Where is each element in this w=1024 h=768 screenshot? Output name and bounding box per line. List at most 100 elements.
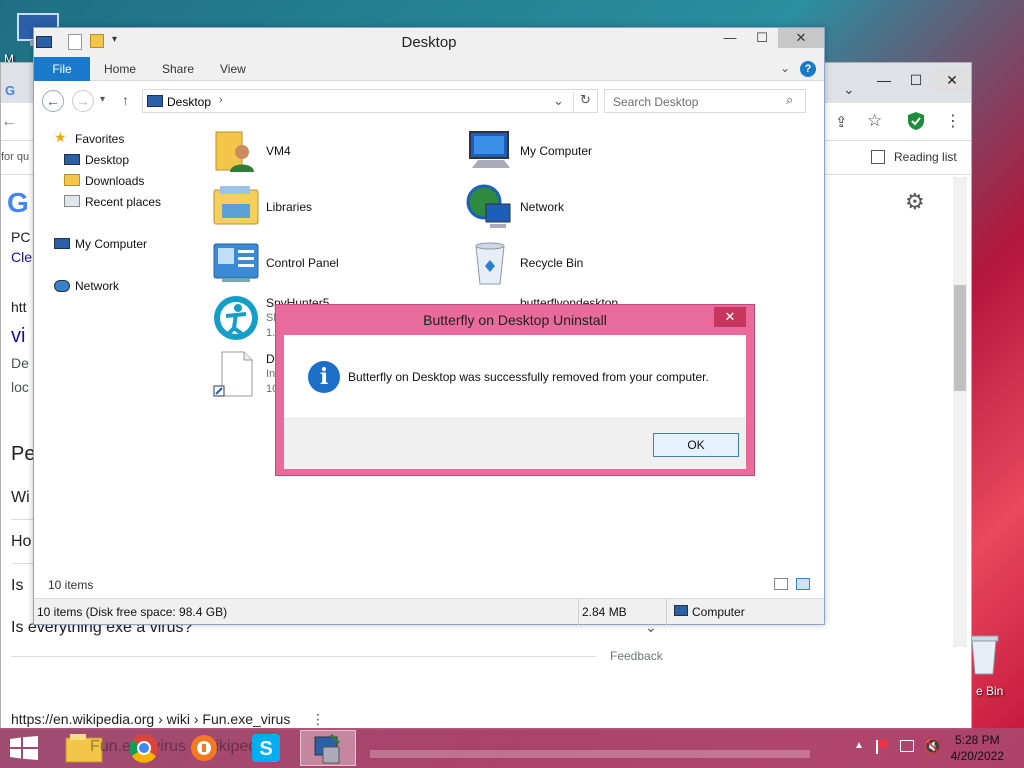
tab-share[interactable]: Share (148, 57, 208, 81)
network-tray-icon[interactable] (900, 740, 914, 752)
my-computer-icon[interactable] (466, 126, 514, 174)
recycle-bin-desktop-label: e Bin (976, 684, 1004, 698)
desktop-icon (147, 95, 163, 107)
explorer-status-bar: 10 items (Disk free space: 98.4 GB) 2.84… (34, 598, 824, 625)
tray-expand-icon[interactable]: ▲ (854, 740, 864, 751)
taskbar-clock[interactable]: 5:28 PM 4/20/2022 (951, 732, 1004, 764)
nav-desktop[interactable]: Desktop (85, 153, 129, 167)
chrome-close-button[interactable]: ✕ (933, 69, 971, 91)
reading-list-icon[interactable] (871, 150, 885, 164)
result-more-icon[interactable]: ⋮ (311, 711, 325, 728)
file-item-label[interactable]: My Computer (520, 144, 592, 158)
volume-muted-icon[interactable]: 🔇 (924, 738, 941, 755)
taskbar-avast[interactable] (176, 730, 232, 766)
tab-home[interactable]: Home (90, 57, 150, 81)
google-g-small: G (5, 83, 16, 98)
settings-gear-icon[interactable]: ⚙ (905, 189, 925, 215)
flag-icon[interactable] (876, 740, 890, 754)
forward-button[interactable]: → (72, 90, 94, 112)
feedback-link[interactable]: Feedback (610, 649, 663, 663)
start-button[interactable] (10, 736, 38, 760)
address-field[interactable]: Desktop › ⌄ ↻ (142, 89, 598, 113)
up-button[interactable]: ↑ (122, 92, 129, 108)
page-text-pc: PC (11, 229, 31, 245)
network-icon[interactable] (466, 182, 514, 230)
large-icons-view-icon[interactable] (796, 578, 810, 590)
taskbar-uninstaller[interactable] (300, 730, 356, 766)
share-icon[interactable]: ⇪ (835, 113, 848, 131)
ribbon-tabs: File Home Share View ⌄ ? (34, 57, 824, 81)
reading-list-button[interactable]: Reading list (894, 150, 957, 164)
address-text: Desktop (167, 95, 212, 109)
page-link-partial[interactable]: Cle (11, 249, 32, 265)
help-icon[interactable]: ? (800, 61, 816, 77)
chevron-down-icon[interactable]: ⌄ (843, 81, 855, 98)
spyhunter-icon[interactable] (212, 294, 260, 342)
taskbar-chrome[interactable] (116, 730, 172, 766)
explorer-maximize-button[interactable]: ☐ (746, 28, 778, 48)
address-breadcrumb-chevron[interactable]: › (219, 94, 223, 106)
back-arrow-icon[interactable]: ← (1, 113, 17, 131)
page-question-1[interactable]: Wi (11, 489, 30, 507)
file-item-detail: 1. (266, 327, 276, 339)
page-question-3[interactable]: Is (11, 577, 23, 595)
explorer-titlebar[interactable]: ▾ Desktop — ☐ ✕ (34, 28, 824, 57)
nav-recent-places[interactable]: Recent places (85, 195, 161, 209)
back-button[interactable]: ← (42, 90, 64, 112)
chrome-minimize-button[interactable]: — (869, 69, 899, 91)
document-shortcut-icon[interactable] (212, 350, 260, 398)
user-folder-icon[interactable] (212, 126, 260, 174)
page-result-title-partial[interactable]: vi (11, 325, 25, 348)
tab-view[interactable]: View (206, 57, 260, 81)
file-item-label[interactable]: VM4 (266, 144, 291, 158)
google-logo-partial: G (7, 187, 29, 218)
star-icon: ★ (54, 129, 67, 145)
nav-downloads[interactable]: Downloads (85, 174, 144, 188)
result-url-line[interactable]: https://en.wikipedia.org › wiki › Fun.ex… (11, 711, 290, 727)
clock-time: 5:28 PM (954, 733, 1000, 747)
nav-favorites[interactable]: Favorites (75, 132, 124, 146)
dialog-close-button[interactable]: ✕ (714, 307, 746, 327)
more-menu-icon[interactable]: ⋮ (945, 111, 961, 131)
status-separator (666, 599, 667, 625)
nav-network[interactable]: Network (75, 279, 119, 293)
details-view-icon[interactable] (774, 578, 788, 590)
chrome-scrollbar[interactable] (953, 177, 967, 647)
dialog-message: Butterfly on Desktop was successfully re… (348, 370, 709, 384)
search-input[interactable]: Search Desktop (604, 89, 806, 113)
explorer-minimize-button[interactable]: — (714, 28, 746, 48)
file-item-label[interactable]: Control Panel (266, 256, 339, 270)
network-icon (54, 280, 70, 292)
ribbon-expand-icon[interactable]: ⌄ (780, 61, 790, 75)
taskbar-skype[interactable]: S (238, 730, 294, 766)
status-size: 2.84 MB (582, 605, 627, 619)
recycle-bin-icon[interactable] (466, 238, 514, 286)
file-item-label[interactable]: Network (520, 200, 564, 214)
tab-file[interactable]: File (34, 57, 90, 81)
shield-check-icon[interactable] (907, 111, 925, 131)
file-item-label[interactable]: Libraries (266, 200, 312, 214)
chrome-scrollbar-thumb[interactable] (954, 285, 966, 391)
page-heading-partial: Pe (11, 443, 36, 465)
page-snippet-1: De (11, 355, 29, 371)
status-disk-info: 10 items (Disk free space: 98.4 GB) (37, 605, 228, 619)
info-icon: i (308, 361, 340, 393)
ok-button[interactable]: OK (653, 433, 739, 457)
bookmark-star-icon[interactable]: ☆ (867, 111, 882, 131)
control-panel-icon[interactable] (212, 238, 260, 286)
uninstall-dialog: Butterfly on Desktop Uninstall ✕ i Butte… (275, 304, 755, 476)
left-partial-text: for qu (1, 151, 30, 163)
chrome-maximize-button[interactable]: ☐ (901, 69, 931, 91)
refresh-icon[interactable]: ↻ (573, 92, 597, 112)
explorer-close-button[interactable]: ✕ (778, 28, 824, 48)
address-dropdown-icon[interactable]: ⌄ (553, 93, 564, 109)
nav-my-computer[interactable]: My Computer (75, 237, 147, 251)
page-text-url-partial: htt (11, 299, 27, 315)
libraries-folder-icon[interactable] (212, 182, 260, 230)
file-item-label[interactable]: Recycle Bin (520, 256, 583, 270)
recent-locations-dropdown[interactable]: ▾ (100, 94, 105, 105)
computer-icon (674, 605, 688, 616)
page-snippet-2: loc (11, 379, 29, 395)
page-question-2[interactable]: Ho (11, 533, 31, 551)
search-icon[interactable]: ⌕ (786, 92, 793, 108)
